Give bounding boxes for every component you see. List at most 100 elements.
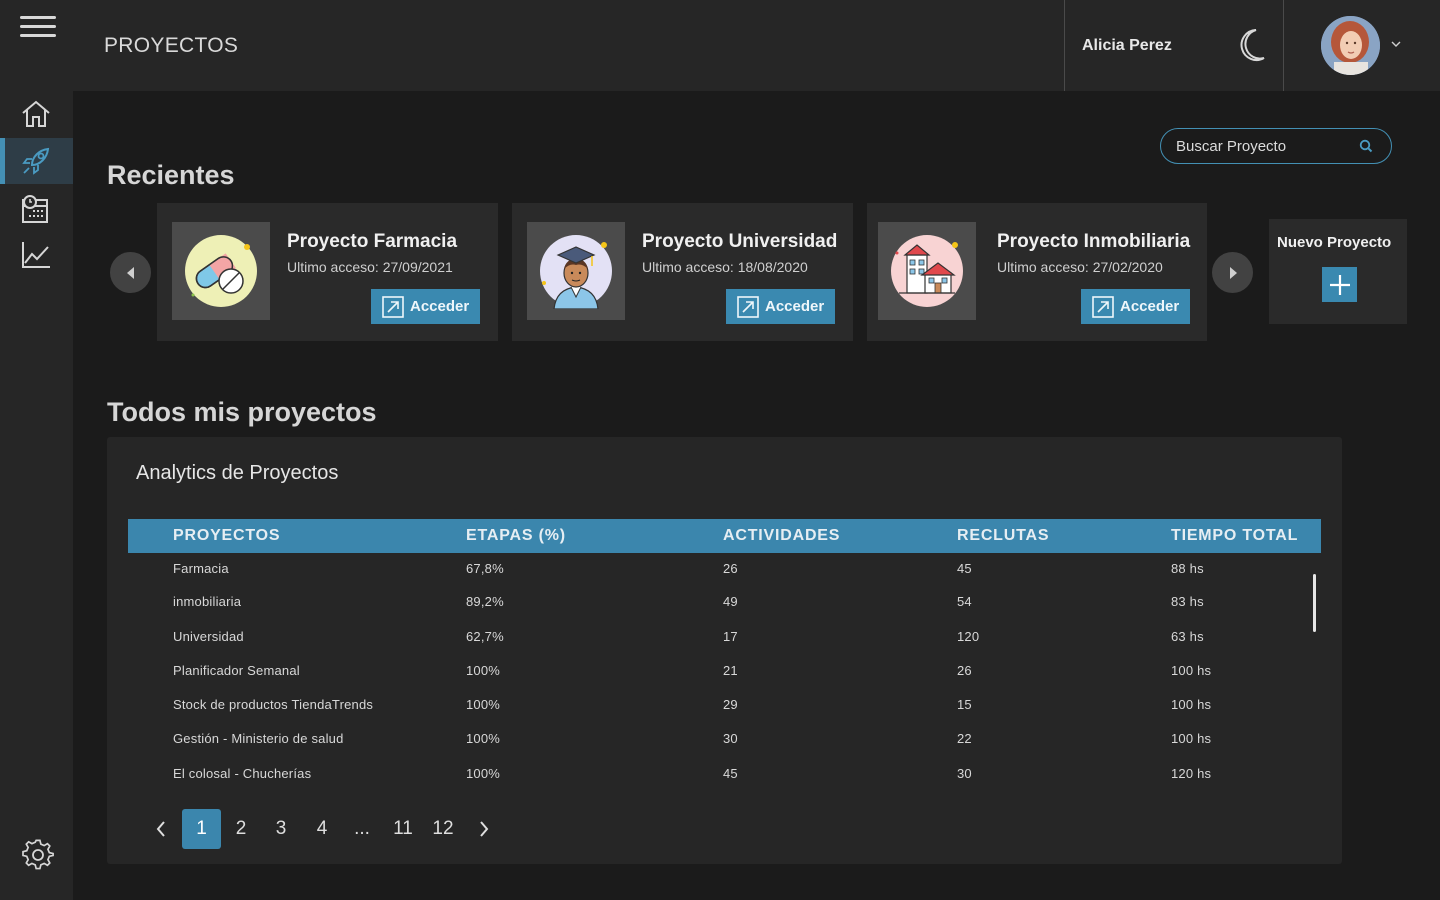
sidebar — [0, 91, 73, 900]
acceder-button[interactable]: Acceder — [371, 289, 480, 324]
cell-total-time: 120 hs — [1171, 766, 1212, 781]
top-bar: PROYECTOS Alicia Perez — [0, 0, 1440, 91]
cell-recruits: 54 — [957, 594, 972, 609]
divider — [1064, 0, 1065, 91]
table-row[interactable]: inmobiliaria 89,2% 49 54 83 hs — [128, 594, 1298, 628]
caret-left-icon — [126, 266, 134, 279]
external-link-icon — [382, 295, 404, 318]
external-link-icon — [737, 295, 759, 318]
sidebar-item-home[interactable] — [0, 91, 73, 137]
table-row[interactable]: Farmacia 67,8% 26 45 88 hs — [128, 561, 1298, 595]
prev-page-button[interactable] — [147, 809, 175, 849]
cell-activities: 26 — [723, 561, 738, 576]
page-button[interactable]: 3 — [267, 809, 295, 849]
acceder-label: Acceder — [765, 298, 825, 315]
column-header: TIEMPO TOTAL — [1171, 527, 1299, 544]
chevron-down-icon[interactable] — [1390, 39, 1402, 49]
cell-project: inmobiliaria — [173, 594, 242, 609]
recientes-title: Recientes — [107, 160, 235, 190]
cell-activities: 21 — [723, 663, 738, 678]
houses-icon — [878, 222, 976, 320]
cell-stages: 100% — [466, 766, 501, 781]
graduate-icon — [527, 222, 625, 320]
table-row[interactable]: Gestión - Ministerio de salud 100% 30 22… — [128, 731, 1298, 765]
cell-project: Stock de productos TiendaTrends — [173, 697, 374, 712]
recent-project-card: Proyecto Universidad Ultimo acceso: 18/0… — [512, 203, 853, 341]
sidebar-item-projects[interactable] — [0, 138, 73, 184]
search-box — [1160, 128, 1392, 164]
cell-activities: 29 — [723, 697, 738, 712]
chevron-right-icon — [480, 821, 489, 837]
cell-activities: 49 — [723, 594, 738, 609]
calendar-clock-icon — [21, 195, 48, 223]
acceder-label: Acceder — [410, 298, 470, 315]
rocket-icon — [21, 147, 49, 175]
column-header: RECLUTAS — [957, 527, 1050, 544]
card-title: Proyecto Universidad — [642, 231, 838, 252]
recent-project-card: Proyecto Farmacia Ultimo acceso: 27/09/2… — [157, 203, 498, 341]
cell-recruits: 22 — [957, 731, 972, 746]
panel-title: Analytics de Proyectos — [136, 462, 339, 484]
cell-total-time: 100 hs — [1171, 663, 1212, 678]
table-row[interactable]: Universidad 62,7% 17 120 63 hs — [128, 629, 1298, 663]
page-button[interactable]: 1 — [182, 809, 221, 849]
acceder-button[interactable]: Acceder — [1081, 289, 1190, 324]
cell-stages: 100% — [466, 663, 501, 678]
new-project-card: Nuevo Proyecto — [1269, 219, 1407, 324]
pills-icon — [172, 222, 270, 320]
column-header: ACTIVIDADES — [723, 527, 841, 544]
page-button[interactable]: 4 — [308, 809, 336, 849]
divider — [1283, 0, 1284, 91]
page-title: PROYECTOS — [104, 34, 239, 57]
new-project-title: Nuevo Proyecto — [1277, 234, 1392, 251]
acceder-label: Acceder — [1120, 298, 1180, 315]
recent-project-card: Proyecto Inmobiliaria Ultimo acceso: 27/… — [867, 203, 1207, 341]
card-last-access: Ultimo acceso: 27/09/2021 — [287, 259, 453, 275]
home-icon — [21, 100, 50, 127]
table-row[interactable]: El colosal - Chucherías 100% 45 30 120 h… — [128, 766, 1298, 800]
cell-stages: 67,8% — [466, 561, 504, 576]
hamburger-menu-icon[interactable] — [20, 16, 56, 42]
card-title: Proyecto Inmobiliaria — [997, 231, 1191, 252]
column-header: ETAPAS (%) — [466, 527, 566, 544]
search-icon[interactable] — [1359, 139, 1373, 153]
table-row[interactable]: Stock de productos TiendaTrends 100% 29 … — [128, 697, 1298, 731]
cell-stages: 100% — [466, 697, 501, 712]
cell-recruits: 15 — [957, 697, 972, 712]
cell-total-time: 100 hs — [1171, 697, 1212, 712]
settings-gear-icon[interactable] — [22, 839, 54, 871]
cell-recruits: 120 — [957, 629, 980, 644]
sidebar-item-calendar[interactable] — [0, 186, 73, 232]
table-header: PROYECTOS ETAPAS (%) ACTIVIDADES RECLUTA… — [128, 519, 1321, 553]
carousel-prev-button[interactable] — [110, 252, 151, 293]
page-ellipsis: ... — [354, 818, 370, 839]
cell-project: Gestión - Ministerio de salud — [173, 731, 344, 746]
page-button[interactable]: 11 — [389, 809, 417, 849]
cell-recruits: 45 — [957, 561, 972, 576]
cell-project: Universidad — [173, 629, 244, 644]
carousel-next-button[interactable] — [1212, 252, 1253, 293]
cell-project: El colosal - Chucherías — [173, 766, 312, 781]
card-last-access: Ultimo acceso: 27/02/2020 — [997, 259, 1163, 275]
user-name: Alicia Perez — [1082, 37, 1172, 54]
cell-stages: 89,2% — [466, 594, 504, 609]
new-project-button[interactable] — [1322, 267, 1357, 302]
acceder-button[interactable]: Acceder — [726, 289, 835, 324]
next-page-button[interactable] — [470, 809, 498, 849]
sidebar-item-analytics[interactable] — [0, 232, 73, 278]
table-scrollbar[interactable] — [1313, 574, 1316, 632]
moon-icon[interactable] — [1236, 28, 1266, 62]
cell-recruits: 26 — [957, 663, 972, 678]
analytics-panel: Analytics de Proyectos PROYECTOS ETAPAS … — [107, 437, 1342, 864]
chevron-left-icon — [156, 821, 165, 837]
column-header: PROYECTOS — [173, 527, 281, 544]
page-button[interactable]: 2 — [227, 809, 255, 849]
avatar[interactable] — [1321, 16, 1380, 75]
search-input[interactable] — [1176, 136, 1356, 156]
line-chart-icon — [21, 242, 50, 268]
table-row[interactable]: Planificador Semanal 100% 21 26 100 hs — [128, 663, 1298, 697]
external-link-icon — [1092, 295, 1114, 318]
cell-stages: 62,7% — [466, 629, 504, 644]
card-last-access: Ultimo acceso: 18/08/2020 — [642, 259, 808, 275]
page-button[interactable]: 12 — [429, 809, 457, 849]
